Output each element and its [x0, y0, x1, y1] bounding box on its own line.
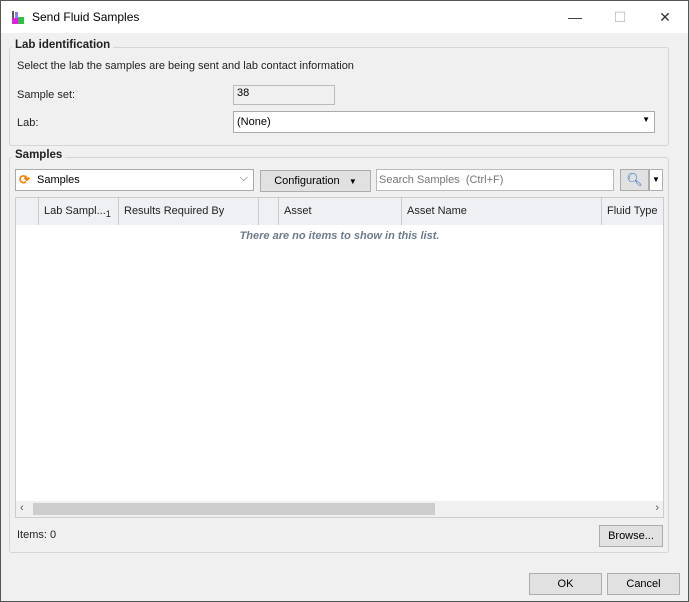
chevron-down-icon: ⌵: [239, 172, 248, 184]
samples-list[interactable]: Lab Sampl...1 Results Required By Asset …: [15, 197, 664, 518]
lab-select[interactable]: (None) ▼: [233, 111, 655, 133]
sample-set-label: Sample set:: [17, 89, 76, 101]
lab-identification-title: Lab identification: [12, 39, 114, 51]
search-button[interactable]: 🔍︎: [620, 169, 649, 191]
title-bar: Send Fluid Samples — ☐ ✕: [1, 1, 688, 33]
view-select[interactable]: ⟳ Samples ⌵: [15, 169, 254, 191]
dropdown-arrow-icon: ▼: [348, 177, 357, 186]
dropdown-arrow-icon: ▼: [652, 175, 660, 184]
column-header-blank[interactable]: [259, 198, 279, 225]
items-count: Items: 0: [17, 529, 57, 541]
scrollbar-thumb[interactable]: [33, 503, 435, 515]
fluid-samples-app-icon: [12, 11, 24, 24]
column-header-asset-name[interactable]: Asset Name: [402, 198, 602, 225]
configuration-button[interactable]: Configuration ▼: [260, 170, 371, 192]
chevron-down-icon: ▼: [642, 115, 650, 124]
minimize-button[interactable]: —: [560, 5, 590, 29]
view-select-value: Samples: [37, 174, 80, 186]
horizontal-scrollbar[interactable]: ‹ ›: [16, 501, 663, 517]
column-header-results-required-by[interactable]: Results Required By: [119, 198, 259, 225]
sample-set-field: 38: [233, 85, 335, 105]
browse-button[interactable]: Browse...: [599, 525, 663, 547]
search-options-button[interactable]: ▼: [649, 169, 663, 191]
window-title: Send Fluid Samples: [32, 10, 140, 24]
scroll-left-icon[interactable]: ‹: [20, 502, 24, 514]
lab-description: Select the lab the samples are being sen…: [17, 60, 354, 72]
search-input[interactable]: [376, 169, 614, 191]
dialog-window: Send Fluid Samples — ☐ ✕ Lab identificat…: [0, 0, 689, 602]
column-label: Lab Sampl...: [44, 205, 106, 217]
column-header-lab-sample[interactable]: Lab Sampl...1: [39, 198, 119, 225]
cancel-button[interactable]: Cancel: [607, 573, 680, 595]
empty-list-message: There are no items to show in this list.: [239, 230, 440, 242]
search-icon: 🔍︎: [626, 172, 643, 187]
close-button[interactable]: ✕: [650, 5, 680, 29]
column-header-fluid-type[interactable]: Fluid Type: [602, 198, 663, 225]
scroll-right-icon[interactable]: ›: [655, 502, 659, 514]
lab-select-value: (None): [237, 116, 271, 128]
samples-title: Samples: [12, 149, 66, 161]
configuration-label: Configuration: [274, 175, 340, 187]
samples-view-icon: ⟳: [19, 172, 30, 187]
maximize-button[interactable]: ☐: [605, 5, 635, 29]
lab-label: Lab:: [17, 117, 39, 129]
ok-button[interactable]: OK: [529, 573, 602, 595]
column-header-select[interactable]: [16, 198, 39, 225]
sort-indicator: 1: [105, 209, 111, 220]
column-header-asset[interactable]: Asset: [279, 198, 402, 225]
